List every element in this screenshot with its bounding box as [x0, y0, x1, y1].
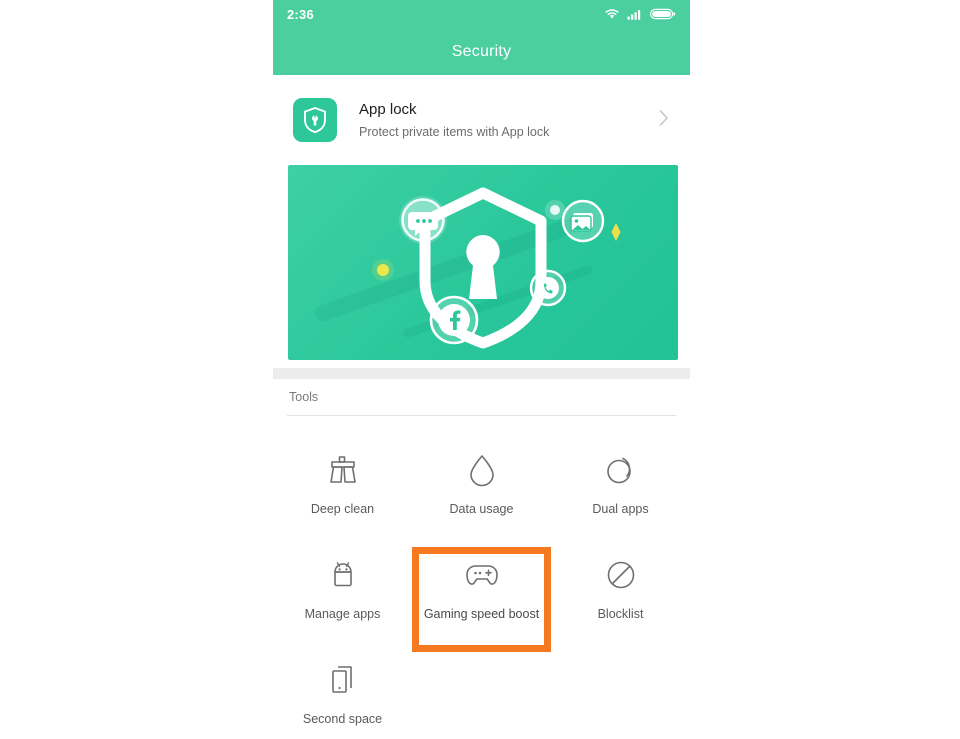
- tools-row: Second space: [273, 652, 690, 739]
- tools-row: Manage apps Gaming speed boost Blocklist: [273, 547, 690, 652]
- tools-grid: Deep clean Data usage Dual apps Manage a…: [273, 416, 690, 739]
- tool-data-usage[interactable]: Data usage: [412, 442, 551, 547]
- status-bar: 2:36: [273, 0, 690, 28]
- screenshot-root: 2:36 Security App lock Protect private i…: [0, 0, 960, 739]
- page-title: Security: [451, 42, 512, 60]
- tool-label: Deep clean: [310, 502, 375, 516]
- tool-manage-apps[interactable]: Manage apps: [273, 547, 412, 652]
- status-bar-icons: [604, 8, 676, 20]
- facebook-bubble: [429, 295, 479, 345]
- app-lock-row[interactable]: App lock Protect private items with App …: [273, 75, 690, 165]
- tool-dual-apps[interactable]: Dual apps: [551, 442, 690, 547]
- tool-second-space[interactable]: Second space: [273, 652, 412, 739]
- section-divider-band: [273, 368, 690, 379]
- photos-bubble: [561, 199, 605, 243]
- tool-label: Second space: [302, 712, 383, 726]
- block-slash-icon: [605, 554, 637, 596]
- water-drop-icon: [468, 449, 496, 491]
- tool-empty-cell: [412, 652, 551, 739]
- security-banner[interactable]: [288, 165, 678, 360]
- tool-gaming-speed-boost[interactable]: Gaming speed boost: [412, 547, 551, 652]
- tool-label: Blocklist: [597, 607, 644, 621]
- chat-bubble: [399, 196, 447, 244]
- app-header: Security: [273, 28, 690, 75]
- shield-lock-icon: [293, 98, 337, 142]
- battery-icon: [650, 8, 676, 20]
- android-robot-icon: [327, 554, 359, 596]
- chevron-right-icon[interactable]: [658, 108, 670, 133]
- status-bar-clock: 2:36: [287, 6, 314, 22]
- two-pages-icon: [327, 659, 359, 701]
- tool-label: Gaming speed boost: [423, 607, 540, 621]
- banner-container[interactable]: [273, 165, 690, 360]
- app-lock-text: App lock Protect private items with App …: [359, 100, 650, 141]
- tool-empty-cell: [551, 652, 690, 739]
- tool-label: Dual apps: [592, 502, 649, 516]
- tools-section-header: Tools: [273, 379, 690, 415]
- tool-label: Data usage: [449, 502, 514, 516]
- tool-blocklist[interactable]: Blocklist: [551, 547, 690, 652]
- app-lock-subtitle: Protect private items with App lock: [359, 124, 550, 139]
- tool-deep-clean[interactable]: Deep clean: [273, 442, 412, 547]
- wifi-icon: [604, 8, 620, 20]
- tool-label: Manage apps: [304, 607, 381, 621]
- signal-bars-icon: [627, 8, 643, 20]
- broom-icon: [327, 449, 359, 491]
- tools-section-label: Tools: [289, 390, 319, 404]
- dual-circles-icon: [605, 449, 637, 491]
- phone-bubble: [529, 269, 567, 307]
- phone-screen: 2:36 Security App lock Protect private i…: [273, 0, 690, 739]
- gamepad-icon: [464, 554, 500, 596]
- app-lock-title: App lock: [359, 100, 417, 118]
- tools-row: Deep clean Data usage Dual apps: [273, 442, 690, 547]
